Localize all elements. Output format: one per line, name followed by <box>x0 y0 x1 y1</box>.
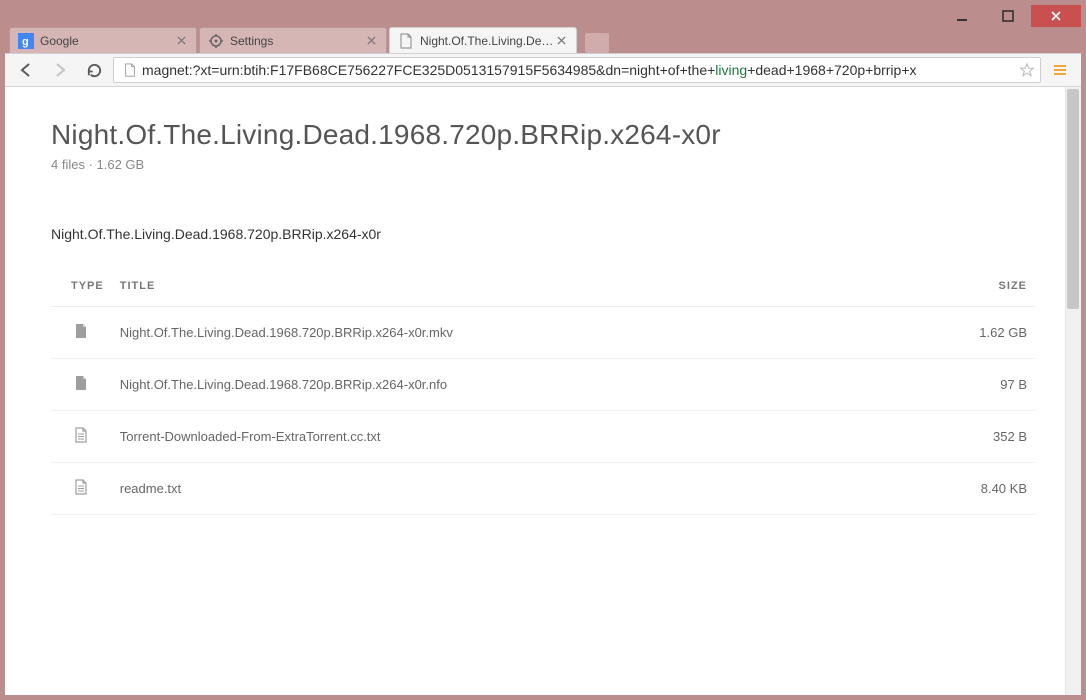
torrent-title: Night.Of.The.Living.Dead.1968.720p.BRRip… <box>51 119 1035 151</box>
torrent-page: Night.Of.The.Living.Dead.1968.720p.BRRip… <box>5 87 1081 515</box>
page-icon <box>122 62 138 78</box>
file-title: Night.Of.The.Living.Dead.1968.720p.BRRip… <box>112 359 893 411</box>
file-size: 1.62 GB <box>893 307 1035 359</box>
file-title: Night.Of.The.Living.Dead.1968.720p.BRRip… <box>112 307 893 359</box>
page-viewport: Night.Of.The.Living.Dead.1968.720p.BRRip… <box>5 87 1081 695</box>
file-size: 8.40 KB <box>893 463 1035 515</box>
forward-button[interactable] <box>45 56 75 84</box>
tab-close-icon[interactable] <box>174 34 188 48</box>
toolbar: magnet:?xt=urn:btih:F17FB68CE756227FCE32… <box>5 53 1081 87</box>
table-row[interactable]: Torrent-Downloaded-From-ExtraTorrent.cc.… <box>51 411 1035 463</box>
url-text: magnet:?xt=urn:btih:F17FB68CE756227FCE32… <box>142 62 1018 78</box>
minimize-button[interactable] <box>939 5 985 27</box>
google-icon: g <box>18 33 34 49</box>
svg-text:g: g <box>22 36 29 48</box>
menu-button[interactable] <box>1045 56 1075 84</box>
table-row[interactable]: readme.txt8.40 KB <box>51 463 1035 515</box>
browser-window: g Google Settings Night.Of.The.Living.De… <box>5 5 1081 695</box>
tab-label: Google <box>40 34 174 48</box>
folder-name: Night.Of.The.Living.Dead.1968.720p.BRRip… <box>51 226 1035 242</box>
table-row[interactable]: Night.Of.The.Living.Dead.1968.720p.BRRip… <box>51 307 1035 359</box>
file-table: TYPE TITLE SIZE Night.Of.The.Living.Dead… <box>51 266 1035 515</box>
scrollbar-thumb[interactable] <box>1067 89 1079 309</box>
torrent-subtitle: 4 files · 1.62 GB <box>51 157 1035 172</box>
tab-label: Night.Of.The.Living.Dead. <box>420 34 554 48</box>
file-size: 352 B <box>893 411 1035 463</box>
file-section: Night.Of.The.Living.Dead.1968.720p.BRRip… <box>51 226 1035 515</box>
window-titlebar <box>5 5 1081 27</box>
file-type-icon <box>51 359 112 411</box>
tab-strip: g Google Settings Night.Of.The.Living.De… <box>5 27 1081 53</box>
col-title: TITLE <box>112 266 893 307</box>
file-title: readme.txt <box>112 463 893 515</box>
col-type: TYPE <box>51 266 112 307</box>
tab-label: Settings <box>230 34 364 48</box>
file-size: 97 B <box>893 359 1035 411</box>
gear-icon <box>208 33 224 49</box>
file-title: Torrent-Downloaded-From-ExtraTorrent.cc.… <box>112 411 893 463</box>
address-bar[interactable]: magnet:?xt=urn:btih:F17FB68CE756227FCE32… <box>113 57 1041 83</box>
tab-close-icon[interactable] <box>554 34 568 48</box>
scrollbar[interactable] <box>1065 87 1081 695</box>
tab-settings[interactable]: Settings <box>199 27 387 53</box>
maximize-button[interactable] <box>985 5 1031 27</box>
tab-magnet[interactable]: Night.Of.The.Living.Dead. <box>389 27 577 53</box>
close-button[interactable] <box>1031 5 1081 27</box>
back-button[interactable] <box>11 56 41 84</box>
tab-google[interactable]: g Google <box>9 27 197 53</box>
table-row[interactable]: Night.Of.The.Living.Dead.1968.720p.BRRip… <box>51 359 1035 411</box>
file-type-icon <box>51 411 112 463</box>
reload-button[interactable] <box>79 56 109 84</box>
file-type-icon <box>51 307 112 359</box>
page-icon <box>398 33 414 49</box>
bookmark-star-icon[interactable] <box>1018 62 1036 78</box>
col-size: SIZE <box>893 266 1035 307</box>
file-type-icon <box>51 463 112 515</box>
new-tab-button[interactable] <box>585 33 609 53</box>
tab-close-icon[interactable] <box>364 34 378 48</box>
